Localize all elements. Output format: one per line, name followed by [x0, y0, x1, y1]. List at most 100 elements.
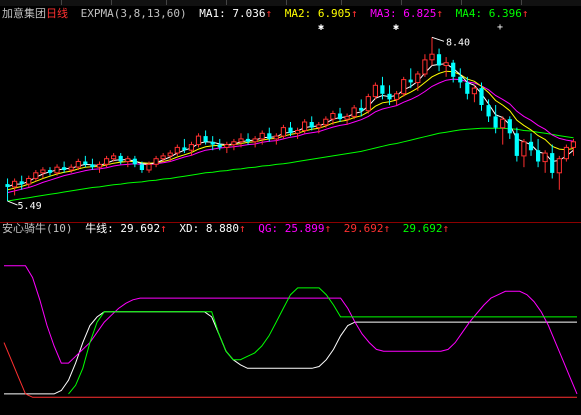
ma2-arrow-icon: ↑	[350, 7, 358, 20]
candle-body-up	[40, 169, 46, 174]
indicator-chart[interactable]	[0, 236, 581, 415]
price-header: 加意集团日线 EXPMA(3,8,13,60) MA1: 7.036↑ MA2:…	[2, 6, 535, 22]
candle-body-up	[125, 158, 131, 162]
candle-body-up	[302, 121, 308, 131]
candle-body-down	[528, 141, 534, 151]
stock-name: 加意集团	[2, 7, 46, 20]
price-chart[interactable]: 8.40 5.49 ✱ ✱ +	[0, 22, 581, 222]
ma4-arrow-icon: ↑	[521, 7, 529, 20]
candle-body-up	[252, 138, 258, 143]
candle-body-up	[280, 127, 286, 137]
candle-body-up	[556, 158, 562, 174]
indicator-title[interactable]: 安心骑牛(10)	[2, 222, 73, 235]
candle-body-up	[54, 166, 60, 174]
candle-body-up	[231, 141, 237, 146]
candle-body-down	[132, 158, 137, 165]
high-marker-line	[431, 36, 445, 42]
candle-body-down	[387, 93, 392, 100]
toolbar-tab-separator	[110, 0, 112, 5]
low-marker-line	[7, 200, 18, 206]
candle-body-down	[309, 122, 314, 128]
xd-value: XD: 8.880	[179, 222, 239, 235]
candle-body-down	[245, 138, 251, 142]
candle-body-up	[471, 87, 477, 95]
candle-body-up	[12, 180, 18, 188]
candle-body-down	[380, 85, 385, 94]
candle-body-up	[323, 118, 329, 126]
candle-body-down	[486, 105, 491, 117]
toolbar-tab-separator	[460, 0, 462, 5]
candle-body-down	[83, 161, 88, 165]
candle-body-up	[174, 146, 180, 154]
candle-body-up	[394, 93, 400, 100]
candle-body-up	[146, 163, 152, 171]
candle-body-up	[401, 79, 407, 95]
candle-body-down	[408, 79, 413, 83]
candle-body-up	[273, 135, 279, 140]
candle-body-down	[458, 76, 463, 83]
candle-body-down	[210, 141, 215, 145]
candle-body-down	[118, 155, 123, 162]
candle-body-down	[5, 184, 10, 187]
toolbar-tab-separator	[285, 0, 287, 5]
toolbar-tab-separator	[225, 0, 227, 5]
candle-body-up	[415, 73, 421, 83]
toolbar-tab-separator	[165, 0, 167, 5]
niu-value: 牛线: 29.692	[85, 222, 161, 235]
candle-body-down	[19, 181, 24, 185]
candle-body-up	[188, 144, 195, 151]
indicator-line-niu	[4, 311, 577, 395]
candle-body-down	[507, 119, 512, 134]
candle-body-down	[288, 127, 293, 134]
ma4-value: MA4: 6.396	[455, 7, 522, 20]
candle-body-down	[493, 116, 498, 128]
candle-body-up	[75, 161, 81, 168]
candle-body-up	[344, 115, 350, 120]
candle-body-up	[330, 113, 336, 120]
candle-body-up	[96, 163, 103, 168]
toolbar-tab-separator	[60, 0, 62, 5]
green-arrow-icon: ↑	[442, 222, 450, 235]
candle-body-up	[224, 144, 230, 148]
signal-star-icon: +	[497, 22, 503, 33]
candle-body-down	[451, 62, 456, 77]
candle-body-down	[536, 150, 541, 162]
qg-arrow-icon: ↑	[324, 222, 332, 235]
indicator-name[interactable]: EXPMA(3,8,13,60)	[81, 7, 187, 20]
candle-body-down	[337, 113, 343, 120]
signal-star-icon: ✱	[318, 22, 324, 33]
candle-body-up	[295, 130, 301, 134]
ma2-value: MA2: 6.905	[284, 7, 351, 20]
red-line-value: 29.692	[343, 222, 384, 235]
candle-body-up	[500, 118, 506, 129]
xd-arrow-icon: ↑	[238, 222, 246, 235]
candle-body-down	[465, 82, 470, 94]
ma1-arrow-icon: ↑	[265, 7, 273, 20]
candle-body-down	[550, 153, 555, 173]
candle-body-up	[104, 158, 110, 165]
candle-body-up	[68, 166, 74, 171]
candle-body-up	[429, 53, 435, 61]
candle-body-down	[47, 170, 53, 173]
candle-body-down	[514, 133, 519, 156]
qg-value: QG: 25.899	[258, 222, 325, 235]
green-line-value: 29.692	[402, 222, 443, 235]
candle-body-down	[62, 167, 67, 170]
candle-body-up	[26, 178, 32, 185]
candle-body-down	[139, 164, 144, 170]
candle-body-up	[238, 138, 244, 143]
red-arrow-icon: ↑	[383, 222, 391, 235]
low-price-label: 5.49	[18, 201, 42, 212]
candle-body-up	[521, 141, 527, 157]
indicator-line-green	[68, 287, 577, 395]
toolbar-tab-separator	[340, 0, 342, 5]
period-label[interactable]: 日线	[46, 7, 68, 20]
candle-body-down	[203, 136, 208, 142]
candle-body-up	[316, 124, 322, 129]
high-price-label: 8.40	[446, 37, 470, 48]
candle-body-down	[267, 133, 272, 139]
candle-body-up	[259, 132, 265, 140]
toolbar-tab-separator	[520, 0, 522, 5]
candle-body-up	[153, 158, 159, 165]
candle-body-down	[436, 54, 442, 66]
